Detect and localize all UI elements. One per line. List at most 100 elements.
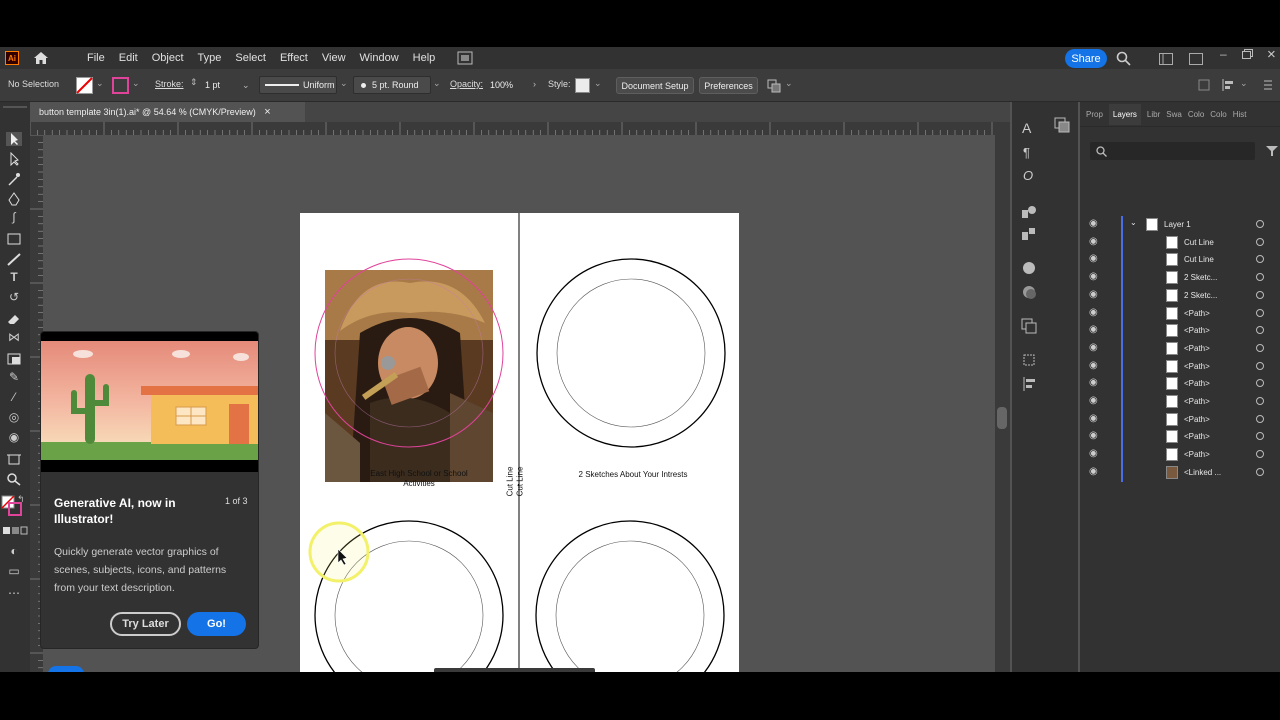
minimize-icon[interactable]: –: [1220, 47, 1227, 61]
home-icon[interactable]: [33, 51, 49, 65]
panels-layout-icon[interactable]: [1189, 53, 1203, 65]
layer-name[interactable]: <Path>: [1184, 450, 1210, 459]
align-icon[interactable]: [1198, 79, 1210, 91]
menu-type[interactable]: Type: [198, 52, 222, 64]
visibility-eye-icon[interactable]: ◉: [1089, 289, 1099, 300]
layer-row[interactable]: ◉ 2 Sketc...: [1080, 286, 1280, 305]
layer-row[interactable]: ◉ <Path>: [1080, 375, 1280, 394]
layer-row[interactable]: ◉ <Path>: [1080, 428, 1280, 447]
paintbrush-tool-icon[interactable]: [6, 252, 22, 266]
layer-row[interactable]: ◉ Cut Line: [1080, 251, 1280, 270]
layer-name[interactable]: 2 Sketc...: [1184, 291, 1217, 300]
symbols-panel-icon[interactable]: [1021, 204, 1037, 220]
arrange-icon[interactable]: [767, 79, 781, 93]
layer-name[interactable]: <Path>: [1184, 362, 1210, 371]
layer-name[interactable]: <Path>: [1184, 309, 1210, 318]
symbol-sprayer-tool-icon[interactable]: ◉: [6, 430, 22, 444]
type-tool-icon[interactable]: T: [6, 270, 22, 284]
target-circle-icon[interactable]: [1256, 397, 1264, 405]
layer-row[interactable]: ◉ <Path>: [1080, 357, 1280, 376]
selection-tool-icon[interactable]: [6, 132, 22, 146]
help-button[interactable]: [48, 666, 84, 672]
screen-mode-icon[interactable]: ▭: [6, 564, 22, 578]
profile-dropdown-icon[interactable]: ⌄: [340, 78, 348, 89]
layers-search-input[interactable]: [1090, 142, 1255, 160]
visibility-eye-icon[interactable]: ◉: [1089, 413, 1099, 424]
menu-view[interactable]: View: [322, 52, 346, 64]
try-later-button[interactable]: Try Later: [110, 612, 181, 636]
visibility-eye-icon[interactable]: ◉: [1089, 325, 1099, 335]
stroke-stepper[interactable]: ⇕: [190, 77, 198, 88]
scroll-thumb[interactable]: [997, 407, 1007, 429]
stroke-dropdown-icon[interactable]: ⌄: [132, 78, 140, 89]
layer-name[interactable]: Cut Line: [1184, 255, 1214, 264]
cut-line-label[interactable]: Cut Line: [516, 452, 525, 512]
caption-school[interactable]: East High School or School Activities: [360, 469, 478, 489]
go-button[interactable]: Go!: [187, 612, 246, 636]
workspace-icon[interactable]: [1159, 53, 1173, 65]
magic-wand-tool-icon[interactable]: [6, 172, 22, 186]
gradient-tool-icon[interactable]: ✎: [6, 370, 22, 384]
horizontal-scrollbar[interactable]: [434, 668, 595, 672]
menu-select[interactable]: Select: [235, 52, 266, 64]
opentype-panel-icon[interactable]: O: [1023, 168, 1033, 183]
appearance-panel-icon[interactable]: [1021, 260, 1037, 276]
menu-edit[interactable]: Edit: [119, 52, 138, 64]
stroke-swatch-icon[interactable]: [112, 77, 129, 94]
layer-name[interactable]: <Path>: [1184, 379, 1210, 388]
color-mode-icons[interactable]: [2, 526, 28, 536]
pathfinder-panel-icon[interactable]: [1021, 376, 1037, 392]
tab-layers[interactable]: Layers: [1108, 103, 1141, 125]
layer-name[interactable]: Cut Line: [1184, 238, 1214, 247]
artboard-tool-icon[interactable]: [6, 452, 22, 466]
zoom-tool-icon[interactable]: [6, 472, 22, 486]
document-tab[interactable]: button template 3in(1).ai* @ 54.64 % (CM…: [30, 102, 305, 122]
artboard[interactable]: East High School or School Activities 2 …: [300, 213, 739, 672]
character-panel-icon[interactable]: A: [1022, 120, 1031, 136]
curvature-tool-icon[interactable]: ∫: [6, 210, 22, 224]
menu-effect[interactable]: Effect: [280, 52, 308, 64]
layer-name[interactable]: <Path>: [1184, 432, 1210, 441]
target-circle-icon[interactable]: [1256, 255, 1264, 264]
panel-menu-icon[interactable]: [1262, 78, 1274, 92]
target-circle-icon[interactable]: [1256, 414, 1264, 423]
target-circle-icon[interactable]: [1256, 343, 1264, 352]
paragraph-panel-icon[interactable]: ¶: [1023, 145, 1030, 160]
shape-builder-tool-icon[interactable]: [6, 352, 22, 366]
rectangle-tool-icon[interactable]: [6, 232, 22, 246]
graphic-style-swatch[interactable]: [575, 78, 590, 93]
visibility-eye-icon[interactable]: ◉: [1089, 360, 1099, 371]
menu-window[interactable]: Window: [360, 52, 399, 64]
target-circle-icon[interactable]: [1256, 237, 1264, 246]
visibility-eye-icon[interactable]: ◉: [1089, 449, 1099, 459]
rotate-tool-icon[interactable]: ↺: [6, 290, 22, 304]
fill-stroke-swatches[interactable]: ↰: [0, 492, 30, 524]
target-circle-icon[interactable]: [1256, 308, 1264, 317]
tab-swatches[interactable]: Swa: [1166, 110, 1182, 119]
arrange-dropdown-icon[interactable]: ⌄: [785, 78, 793, 89]
opacity-arrow-icon[interactable]: ›: [533, 79, 536, 89]
visibility-eye-icon[interactable]: ◉: [1089, 378, 1099, 388]
visibility-eye-icon[interactable]: ◉: [1089, 219, 1099, 229]
search-icon[interactable]: [1116, 51, 1131, 66]
brush-dropdown-icon[interactable]: ⌄: [433, 78, 441, 89]
brush-definition[interactable]: 5 pt. Round: [353, 76, 431, 94]
layer-row[interactable]: ◉ <Path>: [1080, 410, 1280, 429]
style-dropdown-icon[interactable]: ⌄: [594, 78, 602, 89]
eyedropper-tool-icon[interactable]: ⁄: [6, 390, 22, 404]
layer-row[interactable]: ◉ <Path>: [1080, 393, 1280, 411]
vertical-scrollbar[interactable]: [995, 122, 1010, 672]
visibility-eye-icon[interactable]: ◉: [1089, 342, 1099, 353]
target-circle-icon[interactable]: [1256, 450, 1264, 459]
tab-history[interactable]: Hist: [1233, 110, 1247, 119]
caption-sketches[interactable]: 2 Sketches About Your Intrests: [558, 470, 708, 479]
close-window-icon[interactable]: ×: [1267, 47, 1276, 63]
layer-row[interactable]: ◉ <Path>: [1080, 304, 1280, 323]
cut-line-label[interactable]: Cut Line: [506, 452, 515, 512]
graphic-styles-panel-icon[interactable]: [1021, 284, 1037, 300]
align-panel-icon[interactable]: [1021, 352, 1037, 368]
visibility-eye-icon[interactable]: ◉: [1089, 431, 1099, 441]
target-circle-icon[interactable]: [1256, 220, 1264, 228]
opacity-label[interactable]: Opacity:: [450, 79, 483, 89]
visibility-eye-icon[interactable]: ◉: [1089, 272, 1099, 282]
